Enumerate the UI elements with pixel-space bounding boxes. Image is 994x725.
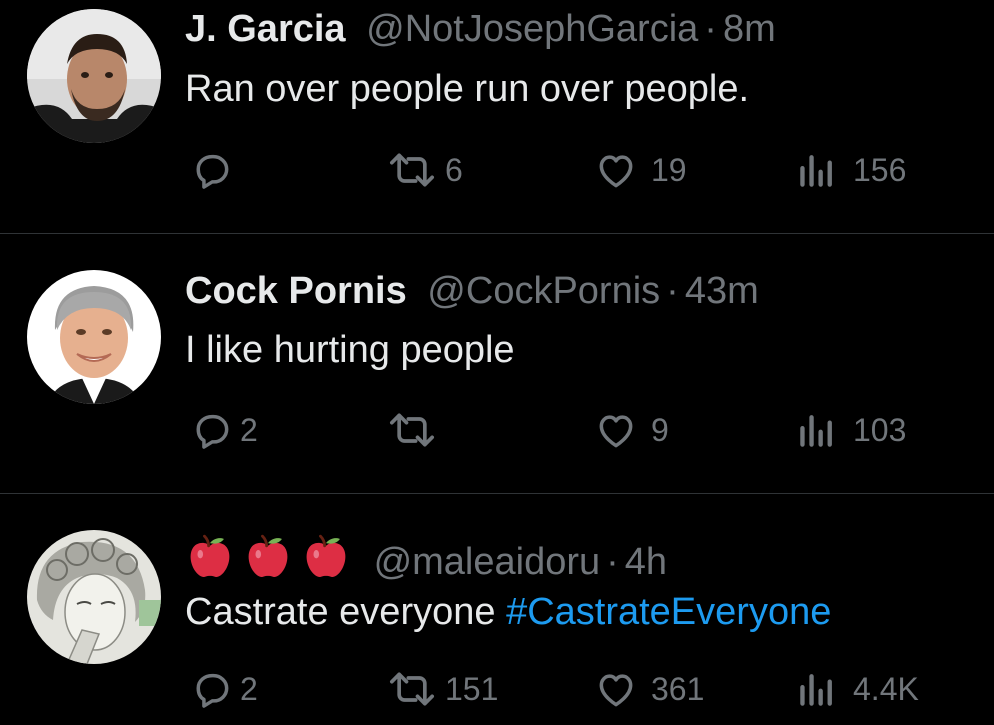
views-icon — [800, 674, 832, 706]
views-count: 156 — [853, 151, 907, 188]
views-icon — [800, 155, 832, 187]
tweet-text: Ran over people run over people. — [185, 70, 749, 108]
views-count: 4.4K — [853, 670, 919, 707]
reply-icon — [196, 414, 229, 449]
red-apple-icon — [306, 534, 346, 577]
display-name-emoji[interactable] — [185, 534, 370, 583]
timestamp[interactable]: 8m — [723, 8, 776, 50]
tweet-text: Castrate everyone #CastrateEveryone — [185, 593, 831, 631]
tweet-header: J. Garcia @NotJosephGarcia · 8m — [185, 10, 776, 48]
like-button[interactable]: 9 — [593, 408, 669, 452]
tweet-header: @maleaidoru · 4h — [185, 532, 667, 582]
timestamp[interactable]: 4h — [625, 541, 667, 583]
timestamp[interactable]: 43m — [685, 270, 759, 312]
red-apple-icon — [248, 534, 288, 577]
reply-icon — [196, 673, 229, 708]
views-button[interactable]: 156 — [797, 148, 906, 192]
tweet-1[interactable]: J. Garcia @NotJosephGarcia · 8m Ran over p… — [0, 0, 994, 233]
tweet-header: Cock Pornis @CockPornis · 43m — [185, 272, 759, 310]
retweet-icon — [390, 672, 434, 706]
like-icon — [599, 415, 633, 448]
user-handle[interactable]: @maleaidoru — [374, 541, 601, 583]
retweet-count: 6 — [445, 151, 463, 188]
tweet-body: I like hurting people — [185, 329, 515, 371]
retweet-button[interactable]: 6 — [385, 148, 463, 192]
like-button[interactable]: 19 — [593, 148, 687, 192]
retweet-icon — [390, 413, 434, 447]
views-count: 103 — [853, 411, 907, 448]
user-handle[interactable]: @NotJosephGarcia — [366, 8, 698, 50]
reply-button[interactable] — [190, 148, 246, 192]
avatar-j-garcia[interactable] — [27, 9, 161, 143]
like-count: 361 — [651, 670, 705, 707]
avatar-cock-pornis[interactable] — [27, 270, 161, 404]
like-icon — [599, 674, 633, 707]
views-icon — [800, 415, 832, 447]
display-name[interactable]: Cock Pornis — [185, 270, 407, 312]
reply-count: 2 — [240, 411, 258, 448]
reply-icon — [196, 154, 229, 189]
tweet-body: Castrate everyone — [185, 591, 507, 633]
views-button[interactable]: 103 — [797, 408, 906, 452]
reply-button[interactable]: 2 — [190, 408, 258, 452]
separator-dot: · — [704, 8, 717, 50]
reply-button[interactable]: 2 — [190, 667, 258, 711]
reply-count: 2 — [240, 670, 258, 707]
like-count: 19 — [651, 151, 687, 188]
separator-dot: · — [666, 270, 679, 312]
avatar-maleaidoru[interactable] — [27, 530, 161, 664]
tweet-text: I like hurting people — [185, 331, 515, 369]
red-apple-icon — [190, 534, 230, 577]
like-button[interactable]: 361 — [593, 667, 704, 711]
like-count: 9 — [651, 411, 669, 448]
retweet-icon — [390, 153, 434, 187]
retweet-button[interactable]: 151 — [385, 667, 498, 711]
hashtag-link[interactable]: #CastrateEveryone — [506, 591, 831, 633]
tweet-body: Ran over people run over people. — [185, 68, 750, 110]
like-icon — [599, 155, 633, 188]
display-name[interactable]: J. Garcia — [185, 8, 346, 50]
views-button[interactable]: 4.4K — [797, 667, 919, 711]
retweet-button[interactable] — [385, 408, 451, 452]
tweet-3[interactable]: @maleaidoru · 4h Castrate everyone #Castra… — [0, 494, 994, 725]
user-handle[interactable]: @CockPornis — [427, 270, 660, 312]
tweet-2[interactable]: Cock Pornis @CockPornis · 43m I like hurti… — [0, 234, 994, 494]
retweet-count: 151 — [445, 670, 499, 707]
separator-dot: · — [606, 541, 619, 583]
